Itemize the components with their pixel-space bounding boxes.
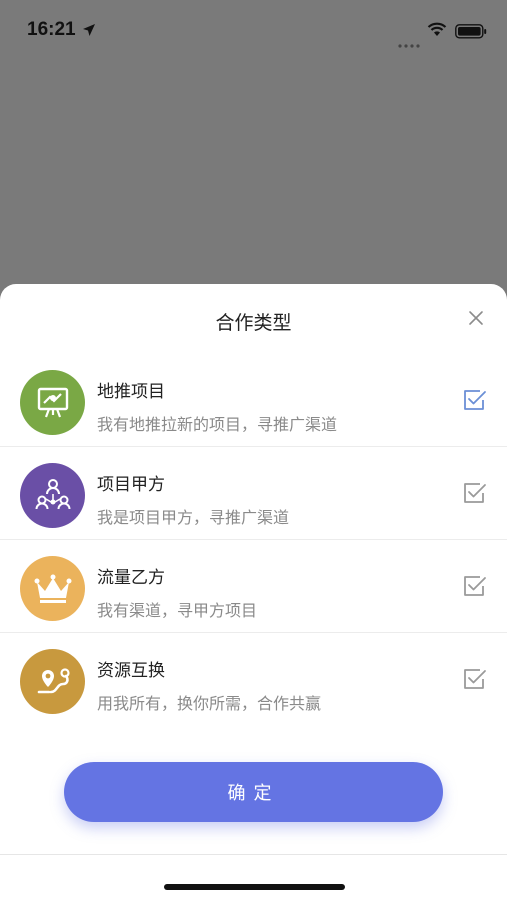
option-title: 流量乙方 (97, 568, 165, 588)
screen: 16:21 合作类型 地推项目 我有地推拉新的项目，寻推广渠道 项目甲方 我是项… (0, 0, 507, 900)
crown-icon (20, 556, 85, 621)
option-description: 用我所有，换你所需，合作共赢 (97, 694, 322, 713)
option-description: 我是项目甲方，寻推广渠道 (97, 508, 290, 527)
status-bar: 16:21 (0, 0, 507, 60)
option-row-project-party-a[interactable]: 项目甲方 我是项目甲方，寻推广渠道 (0, 447, 507, 540)
checkbox-checked-icon[interactable] (463, 667, 487, 691)
divider (0, 854, 507, 855)
confirm-button[interactable]: 确定 (64, 762, 443, 822)
sheet-title: 合作类型 (215, 312, 292, 334)
checkbox-checked-icon[interactable] (463, 481, 487, 505)
option-description: 我有地推拉新的项目，寻推广渠道 (97, 415, 338, 434)
signal-dots-icon (398, 33, 420, 52)
close-button[interactable] (462, 304, 490, 332)
option-row-traffic-party-b[interactable]: 流量乙方 我有渠道，寻甲方项目 (0, 540, 507, 633)
status-time: 16:21 (27, 19, 76, 40)
close-icon (469, 311, 483, 325)
option-list: 地推项目 我有地推拉新的项目，寻推广渠道 项目甲方 我是项目甲方，寻推广渠道 流… (0, 354, 507, 726)
option-title: 项目甲方 (97, 475, 165, 495)
home-indicator[interactable] (164, 884, 345, 890)
checkbox-checked-icon[interactable] (463, 388, 487, 412)
location-arrow-icon (82, 22, 96, 41)
option-row-resource-exchange[interactable]: 资源互换 用我所有，换你所需，合作共赢 (0, 633, 507, 726)
billboard-icon (20, 370, 85, 435)
cooperation-type-sheet: 合作类型 地推项目 我有地推拉新的项目，寻推广渠道 项目甲方 我是项目甲方，寻推… (0, 284, 507, 900)
option-description: 我有渠道，寻甲方项目 (97, 601, 258, 620)
option-title: 资源互换 (97, 661, 165, 681)
checkbox-checked-icon[interactable] (463, 574, 487, 598)
option-row-ground-promotion[interactable]: 地推项目 我有地推拉新的项目，寻推广渠道 (0, 354, 507, 447)
route-pin-icon (20, 649, 85, 714)
wifi-icon (427, 22, 447, 41)
battery-icon (455, 24, 487, 43)
team-network-icon (20, 463, 85, 528)
option-title: 地推项目 (97, 382, 165, 402)
